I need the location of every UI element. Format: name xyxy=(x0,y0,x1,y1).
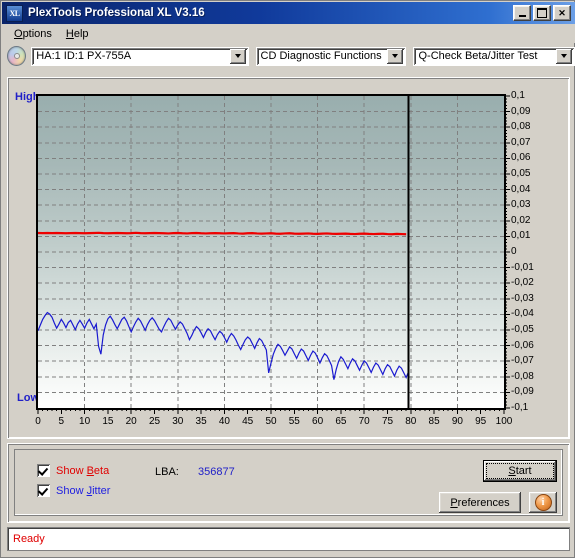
toolbar: HA:1 ID:1 PX-755A CD Diagnostic Function… xyxy=(2,43,575,69)
window-title: PlexTools Professional XL V3.16 xyxy=(28,7,205,19)
preferences-button[interactable]: Preferences xyxy=(439,492,521,513)
app-logo-icon: XL xyxy=(6,4,23,22)
start-button-label: Start xyxy=(508,465,532,477)
chart-panel: High Low 0,1 0,09 0,08 0,07 0,06 0,05 0,04 0,03… xyxy=(7,77,570,439)
function-select[interactable]: CD Diagnostic Functions xyxy=(255,46,407,66)
info-button[interactable]: i xyxy=(529,492,557,513)
show-jitter-checkbox[interactable] xyxy=(37,484,50,497)
menu-bar: Options Help xyxy=(2,24,575,43)
chevron-down-icon[interactable] xyxy=(387,48,404,64)
preferences-button-label: Preferences xyxy=(450,496,510,509)
test-select-value: Q-Check Beta/Jitter Test xyxy=(418,50,538,62)
chevron-down-icon[interactable] xyxy=(556,48,572,64)
maximize-button[interactable] xyxy=(533,5,551,21)
menu-item-options-label: ptions xyxy=(22,27,52,40)
start-button[interactable]: Start xyxy=(483,460,557,482)
maximize-icon xyxy=(537,8,547,18)
show-beta-checkbox[interactable] xyxy=(37,464,50,477)
menu-item-options[interactable]: Options xyxy=(7,26,59,42)
minimize-button[interactable] xyxy=(513,5,531,21)
disc-icon xyxy=(7,46,27,66)
menu-item-help[interactable]: Help xyxy=(59,26,96,42)
chart-inner: High Low 0,1 0,09 0,08 0,07 0,06 0,05 0,04 0,03… xyxy=(9,79,568,437)
controls-group: Show Beta Show Jitter LBA: 356877 Start … xyxy=(14,449,563,516)
lba-value: 356877 xyxy=(198,466,235,478)
minimize-icon xyxy=(518,14,526,17)
test-select[interactable]: Q-Check Beta/Jitter Test xyxy=(413,46,575,66)
show-beta-label: Show Beta xyxy=(56,464,110,477)
show-jitter-label: Show Jitter xyxy=(56,484,111,497)
close-icon: ✕ xyxy=(558,7,566,18)
close-button[interactable]: ✕ xyxy=(553,5,571,21)
application-window: XL PlexTools Professional XL V3.16 ✕ Opt… xyxy=(0,0,575,558)
status-text: Ready xyxy=(13,533,45,545)
axis-tick-marks xyxy=(37,95,510,414)
show-jitter-checkbox-row[interactable]: Show Jitter xyxy=(37,484,110,497)
info-icon: i xyxy=(534,494,552,511)
controls-panel: Show Beta Show Jitter LBA: 356877 Start … xyxy=(7,443,570,523)
function-select-value: CD Diagnostic Functions xyxy=(260,50,382,62)
show-beta-checkbox-row[interactable]: Show Beta xyxy=(37,464,109,477)
drive-select[interactable]: HA:1 ID:1 PX-755A xyxy=(31,46,249,66)
lba-label: LBA: xyxy=(155,466,179,478)
menu-item-help-label: elp xyxy=(73,27,89,40)
chevron-down-icon[interactable] xyxy=(229,48,246,64)
title-bar: XL PlexTools Professional XL V3.16 ✕ xyxy=(2,2,575,24)
window-buttons: ✕ xyxy=(513,5,571,21)
drive-select-value: HA:1 ID:1 PX-755A xyxy=(36,50,132,62)
status-bar: Ready xyxy=(7,527,570,551)
